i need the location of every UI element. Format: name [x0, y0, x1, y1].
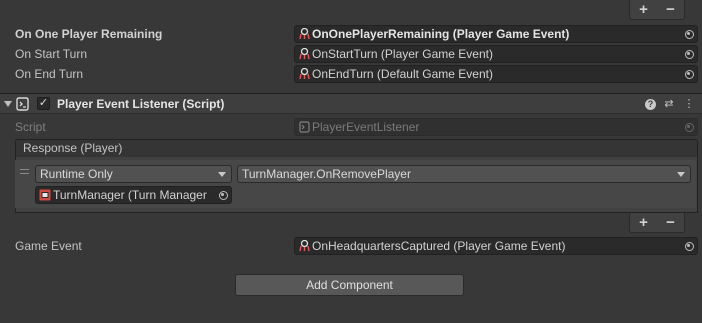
on-end-turn-label: On End Turn [15, 67, 84, 81]
script-label: Script [15, 120, 46, 134]
scriptable-object-icon [299, 28, 310, 40]
field-value: OnOnePlayerRemaining (Player Game Event) [312, 27, 570, 41]
help-icon[interactable]: ? [645, 99, 656, 110]
script-icon [16, 97, 29, 111]
scriptable-object-icon [299, 240, 310, 252]
object-picker-icon [681, 119, 697, 135]
field-value: OnHeadquartersCaptured (Player Game Even… [312, 239, 566, 253]
function-dropdown[interactable]: TurnManager.OnRemovePlayer [237, 165, 691, 183]
on-one-player-remaining-label: On One Player Remaining [15, 27, 163, 41]
component-title: Player Event Listener (Script) [57, 97, 225, 111]
component-menu-icon[interactable]: ⋮ [682, 97, 696, 111]
game-event-field[interactable]: OnHeadquartersCaptured (Player Game Even… [294, 237, 698, 255]
on-end-turn-field[interactable]: OnEndTurn (Default Game Event) [294, 65, 698, 83]
runtime-mode-dropdown[interactable]: Runtime Only [35, 165, 232, 183]
gameobject-icon [39, 189, 51, 201]
target-object-field[interactable]: TurnManager (Turn Manager [35, 186, 232, 204]
add-listener-button[interactable]: + [634, 214, 654, 232]
script-field: PlayerEventListener [294, 118, 698, 136]
response-list-footer: + − [629, 213, 685, 233]
object-picker-icon[interactable] [681, 46, 697, 62]
dropdown-value: TurnManager.OnRemovePlayer [242, 167, 411, 181]
dropdown-value: Runtime Only [40, 167, 113, 181]
on-start-turn-field[interactable]: OnStartTurn (Player Game Event) [294, 45, 698, 63]
add-item-button[interactable]: + [634, 1, 654, 19]
field-value: OnEndTurn (Default Game Event) [312, 67, 493, 81]
top-list-footer: + − [629, 0, 685, 20]
component-header[interactable]: ✓ Player Event Listener (Script) ? ⇄ ⋮ [0, 93, 702, 114]
object-picker-icon[interactable] [681, 66, 697, 82]
scriptable-object-icon [299, 68, 310, 80]
object-picker-icon[interactable] [215, 187, 231, 203]
response-event-header: Response (Player) [15, 139, 698, 158]
on-one-player-remaining-field[interactable]: OnOnePlayerRemaining (Player Game Event) [294, 25, 698, 43]
presets-icon[interactable]: ⇄ [662, 97, 676, 111]
script-icon [299, 121, 310, 133]
component-enabled-checkbox[interactable]: ✓ [37, 97, 50, 110]
game-event-label: Game Event [15, 239, 82, 253]
add-component-button[interactable]: Add Component [235, 274, 464, 296]
chevron-down-icon [677, 172, 685, 177]
scriptable-object-icon [299, 48, 310, 60]
field-value: PlayerEventListener [312, 120, 420, 134]
object-picker-icon[interactable] [681, 26, 697, 42]
field-value: TurnManager (Turn Manager [53, 188, 207, 202]
foldout-arrow-icon[interactable] [4, 101, 12, 107]
field-value: OnStartTurn (Player Game Event) [312, 47, 493, 61]
on-start-turn-label: On Start Turn [15, 47, 88, 61]
chevron-down-icon [218, 172, 226, 177]
drag-handle-icon[interactable] [20, 169, 29, 174]
remove-item-button[interactable]: − [661, 1, 681, 19]
object-picker-icon[interactable] [681, 238, 697, 254]
remove-listener-button[interactable]: − [661, 214, 681, 232]
